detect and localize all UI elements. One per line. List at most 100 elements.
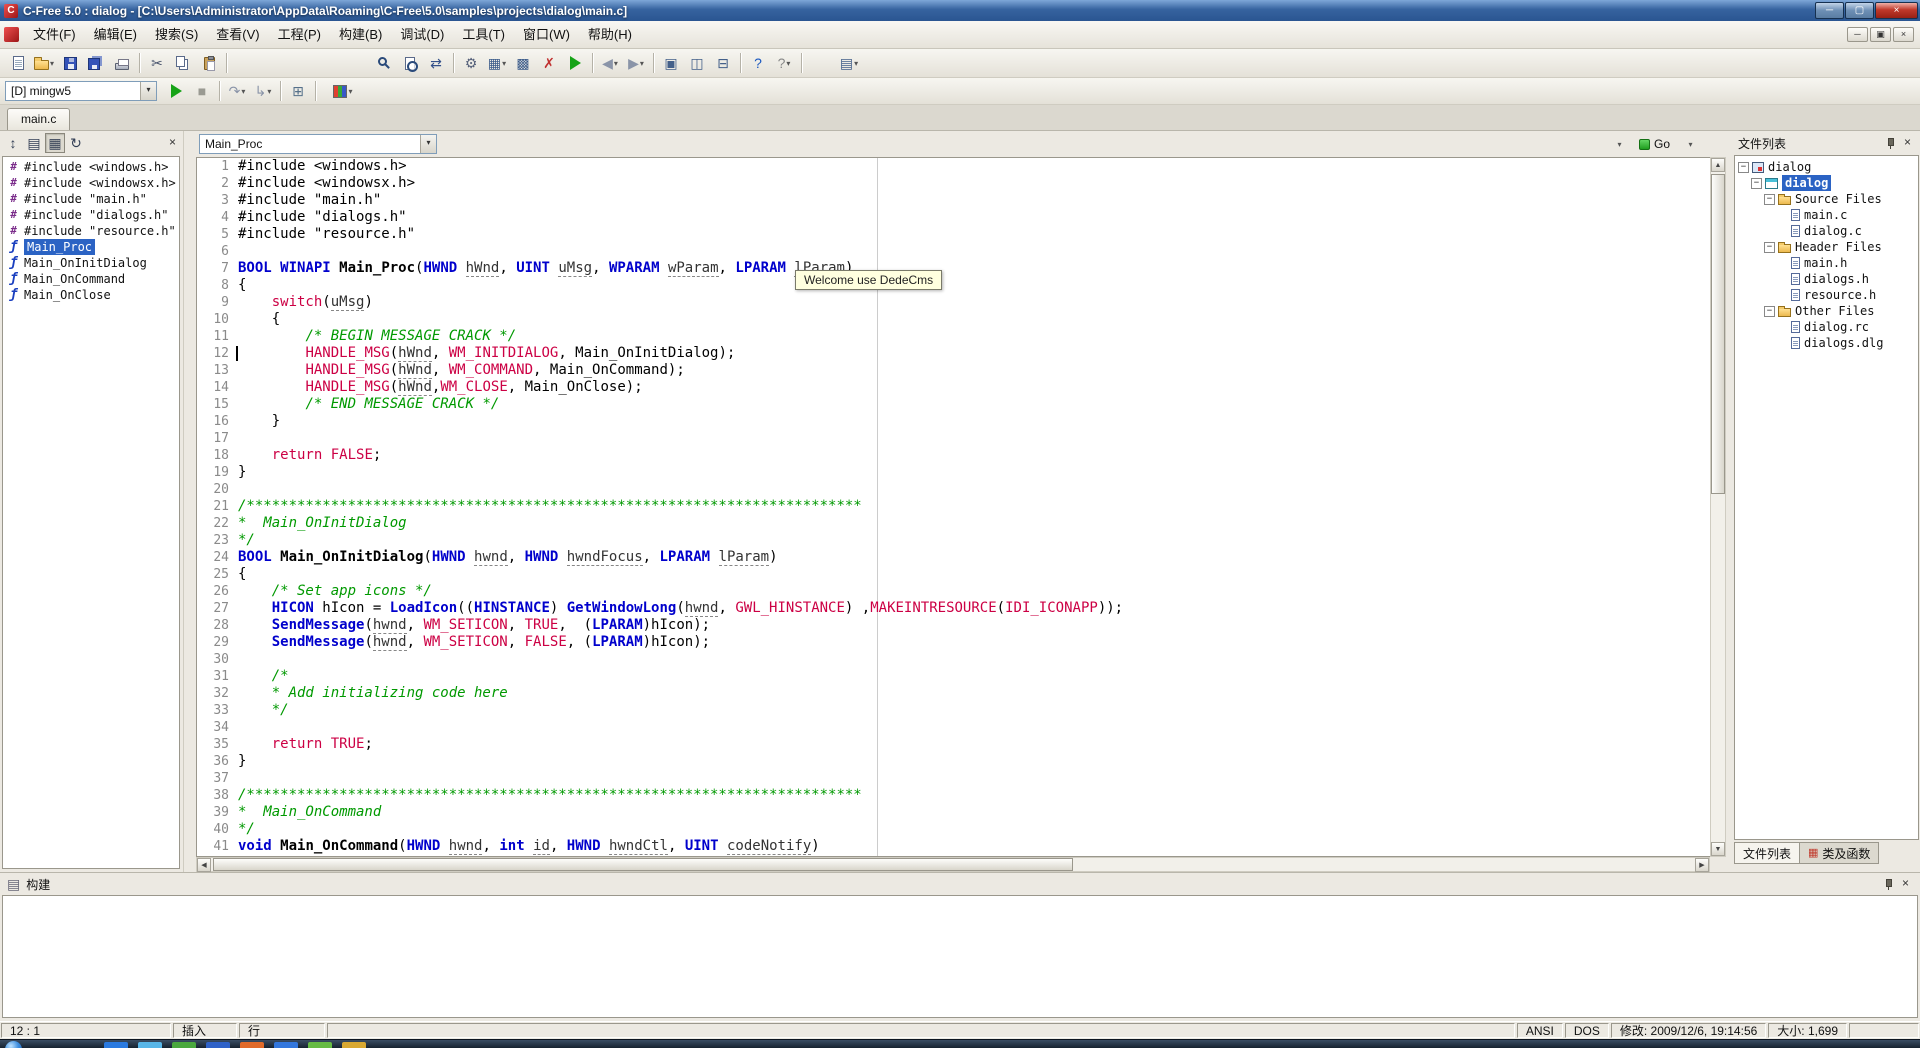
navigate-back-button[interactable]: ◀▾ [598, 51, 622, 75]
paste-button[interactable] [197, 51, 221, 75]
symbol-item[interactable]: ##include <windows.h> [3, 159, 179, 175]
panel-tab[interactable]: ▦类及函数 [1799, 842, 1879, 864]
vertical-scroll-thumb[interactable] [1711, 174, 1725, 494]
taskbar-app-3[interactable] [172, 1042, 196, 1048]
close-icon[interactable]: × [1900, 136, 1915, 151]
extra-tools-button[interactable]: ▤▾ [837, 51, 861, 75]
tree-expander-icon[interactable]: − [1764, 242, 1775, 253]
menu-item-7[interactable]: 调试(D) [391, 21, 453, 48]
tree-item[interactable]: −dialog [1735, 159, 1918, 175]
cut-button[interactable]: ✂ [145, 51, 169, 75]
panel-tab[interactable]: 文件列表 [1734, 842, 1800, 864]
symbol-item[interactable]: ##include "dialogs.h" [3, 207, 179, 223]
tree-item[interactable]: dialogs.dlg [1735, 335, 1918, 351]
run-program-button[interactable] [563, 51, 587, 75]
copy-button[interactable] [171, 51, 195, 75]
symbol-item[interactable]: ##include <windowsx.h> [3, 175, 179, 191]
go-button[interactable]: Go [1634, 134, 1675, 154]
symbol-item[interactable]: ##include "resource.h" [3, 223, 179, 239]
close-button[interactable]: × [1875, 2, 1918, 19]
menu-item-5[interactable]: 工程(P) [269, 21, 330, 48]
maximize-button[interactable]: ▢ [1845, 2, 1874, 19]
tree-item[interactable]: dialogs.h [1735, 271, 1918, 287]
pin-icon[interactable] [1882, 878, 1894, 890]
scroll-right-icon[interactable]: ▶ [1695, 858, 1709, 872]
mdi-close-button[interactable]: × [1893, 27, 1914, 42]
taskbar-app-2[interactable] [138, 1042, 162, 1048]
close-icon[interactable]: × [165, 136, 180, 151]
help-button[interactable]: ? [746, 51, 770, 75]
navigate-forward-button[interactable]: ▶▾ [624, 51, 648, 75]
tree-expander-icon[interactable]: − [1764, 306, 1775, 317]
code-editor[interactable]: 1#include <windows.h>2#include <windowsx… [196, 157, 1710, 857]
sort-symbols-button[interactable]: ↕ [3, 133, 23, 153]
taskbar-app-7[interactable] [308, 1042, 332, 1048]
find-button[interactable] [372, 51, 396, 75]
menu-item-2[interactable]: 编辑(E) [85, 21, 146, 48]
menu-item-9[interactable]: 窗口(W) [514, 21, 579, 48]
chevron-down-icon[interactable]: ▾ [140, 82, 156, 100]
stop-execution-button[interactable]: ■ [190, 79, 214, 103]
compile-button[interactable]: ⚙ [459, 51, 483, 75]
horizontal-scroll-thumb[interactable] [213, 858, 1073, 871]
find-in-files-button[interactable] [398, 51, 422, 75]
build-target-combo[interactable]: [D] mingw5 ▾ [5, 81, 157, 101]
go-options-button[interactable]: ▾ [1678, 132, 1702, 156]
scroll-down-icon[interactable]: ▼ [1711, 842, 1725, 856]
refresh-symbols-button[interactable]: ↻ [66, 133, 86, 153]
step-over-button[interactable]: ↷▾ [225, 79, 249, 103]
menu-item-6[interactable]: 构建(B) [330, 21, 391, 48]
menu-item-1[interactable]: 文件(F) [24, 21, 85, 48]
tree-expander-icon[interactable]: − [1738, 162, 1749, 173]
tree-expander-icon[interactable]: − [1764, 194, 1775, 205]
mdi-minimize-button[interactable]: ─ [1847, 27, 1868, 42]
symbol-item[interactable]: ƒMain_Proc [3, 239, 179, 255]
pin-icon[interactable] [1884, 137, 1896, 149]
horizontal-scrollbar[interactable]: ◀ ▶ [196, 857, 1710, 872]
open-file-button[interactable]: ▾ [32, 51, 56, 75]
tree-item[interactable]: resource.h [1735, 287, 1918, 303]
menu-item-3[interactable]: 搜索(S) [146, 21, 207, 48]
tree-expander-icon[interactable]: − [1751, 178, 1762, 189]
split-window-button[interactable]: ⊟ [711, 51, 735, 75]
start-button[interactable] [5, 1041, 22, 1048]
tree-item[interactable]: dialog.c [1735, 223, 1918, 239]
symbol-item[interactable]: ƒMain_OnCommand [3, 271, 179, 287]
chevron-down-icon[interactable]: ▾ [420, 135, 436, 153]
taskbar-app-6[interactable] [274, 1042, 298, 1048]
taskbar-app-1[interactable] [104, 1042, 128, 1048]
tree-item[interactable]: −dialog [1735, 175, 1918, 191]
tile-windows-button[interactable]: ◫ [685, 51, 709, 75]
minimize-button[interactable]: ─ [1815, 2, 1844, 19]
scroll-up-icon[interactable]: ▲ [1711, 158, 1725, 172]
list-view-button[interactable]: ▦ [45, 133, 65, 153]
vertical-scrollbar[interactable]: ▲ ▼ [1710, 157, 1726, 857]
print-button[interactable] [110, 51, 134, 75]
symbol-dropdown-button[interactable]: ▾ [1607, 132, 1631, 156]
plugins-button[interactable]: ▾ [331, 79, 355, 103]
build-button[interactable]: ▦▾ [485, 51, 509, 75]
context-help-button[interactable]: ?▾ [772, 51, 796, 75]
debug-windows-button[interactable]: ⊞ [286, 79, 310, 103]
save-file-button[interactable] [58, 51, 82, 75]
save-all-button[interactable] [84, 51, 108, 75]
taskbar-app-4[interactable] [206, 1042, 230, 1048]
tree-item[interactable]: −Other Files [1735, 303, 1918, 319]
tree-item[interactable]: main.c [1735, 207, 1918, 223]
stop-build-button[interactable]: ✗ [537, 51, 561, 75]
function-combo[interactable]: Main_Proc ▾ [199, 134, 437, 154]
step-into-button[interactable]: ↳▾ [251, 79, 275, 103]
symbol-item[interactable]: ƒMain_OnInitDialog [3, 255, 179, 271]
menu-item-10[interactable]: 帮助(H) [579, 21, 641, 48]
rebuild-button[interactable]: ▩ [511, 51, 535, 75]
symbol-item[interactable]: ƒMain_OnClose [3, 287, 179, 303]
editor-tab[interactable]: main.c [7, 108, 70, 130]
cascade-windows-button[interactable]: ▣ [659, 51, 683, 75]
menu-item-8[interactable]: 工具(T) [453, 21, 514, 48]
new-file-button[interactable] [6, 51, 30, 75]
run-button[interactable] [164, 79, 188, 103]
group-symbols-button[interactable]: ▤ [24, 133, 44, 153]
menu-item-4[interactable]: 查看(V) [207, 21, 268, 48]
scroll-left-icon[interactable]: ◀ [197, 858, 211, 872]
taskbar-app-8[interactable] [342, 1042, 366, 1048]
